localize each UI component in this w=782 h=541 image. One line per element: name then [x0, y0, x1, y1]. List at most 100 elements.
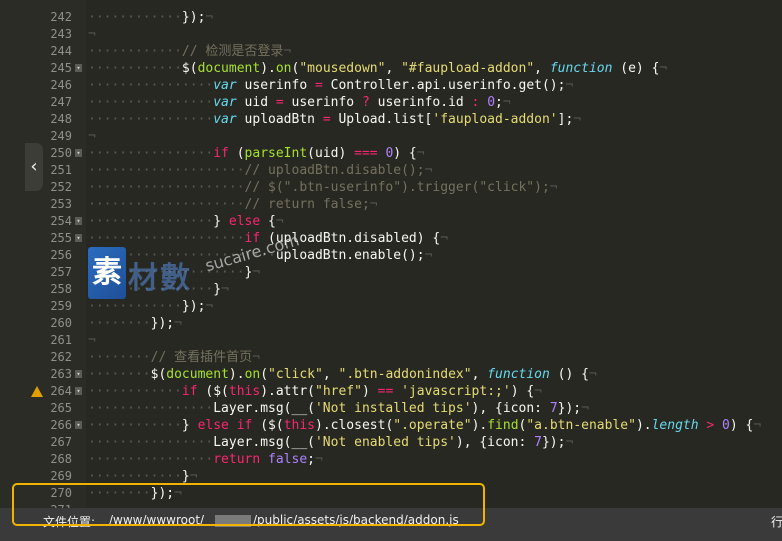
code-text: ····················}¬: [88, 265, 261, 280]
end-of-line-marker: ¬: [315, 452, 323, 467]
code-token: uid: [236, 95, 276, 110]
code-token: ).: [228, 367, 245, 382]
code-line[interactable]: 268 ················return false;¬: [0, 451, 782, 468]
code-token: ).: [315, 418, 331, 433]
code-text: ¬: [88, 128, 96, 145]
end-of-line-marker: ¬: [573, 112, 582, 127]
line-number: 247: [50, 95, 72, 109]
collapse-panel-button[interactable]: ‹: [25, 143, 43, 191]
fold-toggle-icon[interactable]: ▾: [75, 64, 82, 72]
code-line[interactable]: 242 ············});¬: [0, 9, 782, 26]
end-of-line-marker: ¬: [252, 265, 261, 280]
code-token: });: [557, 401, 582, 416]
code-token: });: [181, 10, 206, 25]
end-of-line-marker: ¬: [275, 214, 284, 229]
code-line[interactable]: 261 ¬: [0, 332, 782, 349]
code-token: =: [275, 95, 284, 110]
code-token: }: [181, 469, 190, 484]
code-line[interactable]: 258 ················}¬: [0, 281, 782, 298]
code-line[interactable]: 247 ················var uid = userinfo ? …: [0, 94, 782, 111]
code-text: ····················// return false;¬: [88, 197, 378, 212]
code-line[interactable]: 264 ▾ ············if ($(this).attr("href")…: [0, 383, 782, 400]
end-of-line-marker: ¬: [369, 197, 378, 212]
code-line[interactable]: 245 ▾ ············$(document).on("mousedow…: [0, 60, 782, 77]
fold-toggle-icon[interactable]: ▾: [75, 421, 82, 429]
end-of-line-marker: ¬: [205, 10, 214, 25]
code-token: 'Not enabled tips': [314, 435, 456, 450]
code-line[interactable]: 257 ····················}¬: [0, 264, 782, 281]
code-text: ················Layer.msg(__('Not enable…: [88, 435, 574, 450]
code-token: });: [541, 435, 566, 450]
code-token: function: [487, 367, 550, 382]
code-text: ····················if (uploadBtn.disabl…: [88, 231, 449, 246]
code-token: ];: [557, 112, 574, 127]
code-token: Upload.list[: [330, 112, 433, 127]
end-of-line-marker: ¬: [659, 61, 668, 76]
line-number: 257: [50, 265, 72, 279]
code-token: ,: [471, 367, 488, 382]
code-token: () {: [549, 367, 589, 382]
code-line[interactable]: 256 ························uploadBtn.ena…: [0, 247, 782, 264]
code-line[interactable]: 260 ········});¬: [0, 315, 782, 332]
code-token: ).: [635, 418, 652, 433]
code-token: "href": [315, 384, 362, 399]
end-of-line-marker: ¬: [588, 367, 597, 382]
line-number: 245: [50, 61, 72, 75]
code-line[interactable]: 266 ▾ ············} else if ($(this).close…: [0, 417, 782, 434]
line-number: 244: [50, 44, 72, 58]
code-token: ) {: [510, 384, 535, 399]
fold-toggle-icon[interactable]: ▾: [75, 387, 82, 395]
line-indicator: 行: [771, 515, 782, 529]
fold-toggle-icon[interactable]: ▾: [75, 234, 82, 242]
code-line[interactable]: 252 ····················// $(".btn-userin…: [0, 179, 782, 196]
code-line[interactable]: 251 ····················// uploadBtn.disa…: [0, 162, 782, 179]
code-token: Controller.api.userinfo.: [322, 78, 519, 93]
code-text: ¬: [88, 26, 96, 43]
fold-toggle-icon[interactable]: ▾: [75, 149, 82, 157]
code-line[interactable]: 248 ················var uploadBtn = Uploa…: [0, 111, 782, 128]
fold-toggle-icon[interactable]: ▾: [75, 217, 82, 225]
code-line[interactable]: 255 ▾ ····················if (uploadBtn.di…: [0, 230, 782, 247]
code-token: return: [213, 452, 261, 467]
code-text: ················var uid = userinfo ? use…: [88, 95, 511, 110]
line-number: 248: [50, 112, 72, 126]
code-line[interactable]: 254 ▾ ················} else {¬: [0, 213, 782, 230]
code-token: (e) {: [612, 61, 660, 76]
code-token: userinfo.id: [369, 95, 472, 110]
code-text: ············$(document).on("mousedown", …: [88, 61, 668, 76]
code-token: parseInt: [244, 146, 308, 161]
code-token: 0: [487, 95, 496, 110]
code-token: 0: [722, 418, 730, 433]
code-line[interactable]: 262 ········// 查看插件首页¬: [0, 349, 782, 366]
code-token: // uploadBtn.disable();: [244, 163, 425, 178]
fold-toggle-icon[interactable]: ▾: [75, 370, 82, 378]
code-token: ($(: [197, 384, 229, 399]
chevron-left-icon: ‹: [30, 156, 38, 177]
end-of-line-marker: ¬: [252, 350, 260, 365]
code-token: if: [181, 384, 198, 399]
code-line[interactable]: 253 ····················// return false;¬: [0, 196, 782, 213]
code-line[interactable]: 250 ▾ ················if (parseInt(uid) ==…: [0, 145, 782, 162]
code-line[interactable]: 249 ¬: [0, 128, 782, 145]
code-token: var: [213, 112, 237, 127]
code-token: get: [518, 78, 542, 93]
code-token: this: [228, 384, 261, 399]
code-editor[interactable]: 242 ············});¬ 243 ¬ 244 ············//…: [0, 0, 782, 508]
code-line[interactable]: 265 ················Layer.msg(__('Not ins…: [0, 400, 782, 417]
highlight-annotation: [12, 483, 485, 526]
code-line[interactable]: 259 ············});¬: [0, 298, 782, 315]
code-token: ).: [260, 61, 276, 76]
code-line[interactable]: 263 ▾ ········$(document).on("click", ".bt…: [0, 366, 782, 383]
code-token: }: [213, 282, 222, 297]
code-line[interactable]: 244 ············// 检测是否登录¬: [0, 43, 782, 60]
code-line[interactable]: 243 ¬: [0, 26, 782, 43]
code-token: false: [268, 452, 308, 467]
code-line[interactable]: 267 ················Layer.msg(__('Not ena…: [0, 434, 782, 451]
code-line[interactable]: 246 ················var userinfo = Contro…: [0, 77, 782, 94]
end-of-line-marker: ¬: [88, 27, 96, 42]
code-token: ==: [377, 384, 394, 399]
end-of-line-marker: ¬: [174, 316, 182, 331]
end-of-line-marker: ¬: [534, 384, 542, 399]
code-token: document: [166, 367, 229, 382]
